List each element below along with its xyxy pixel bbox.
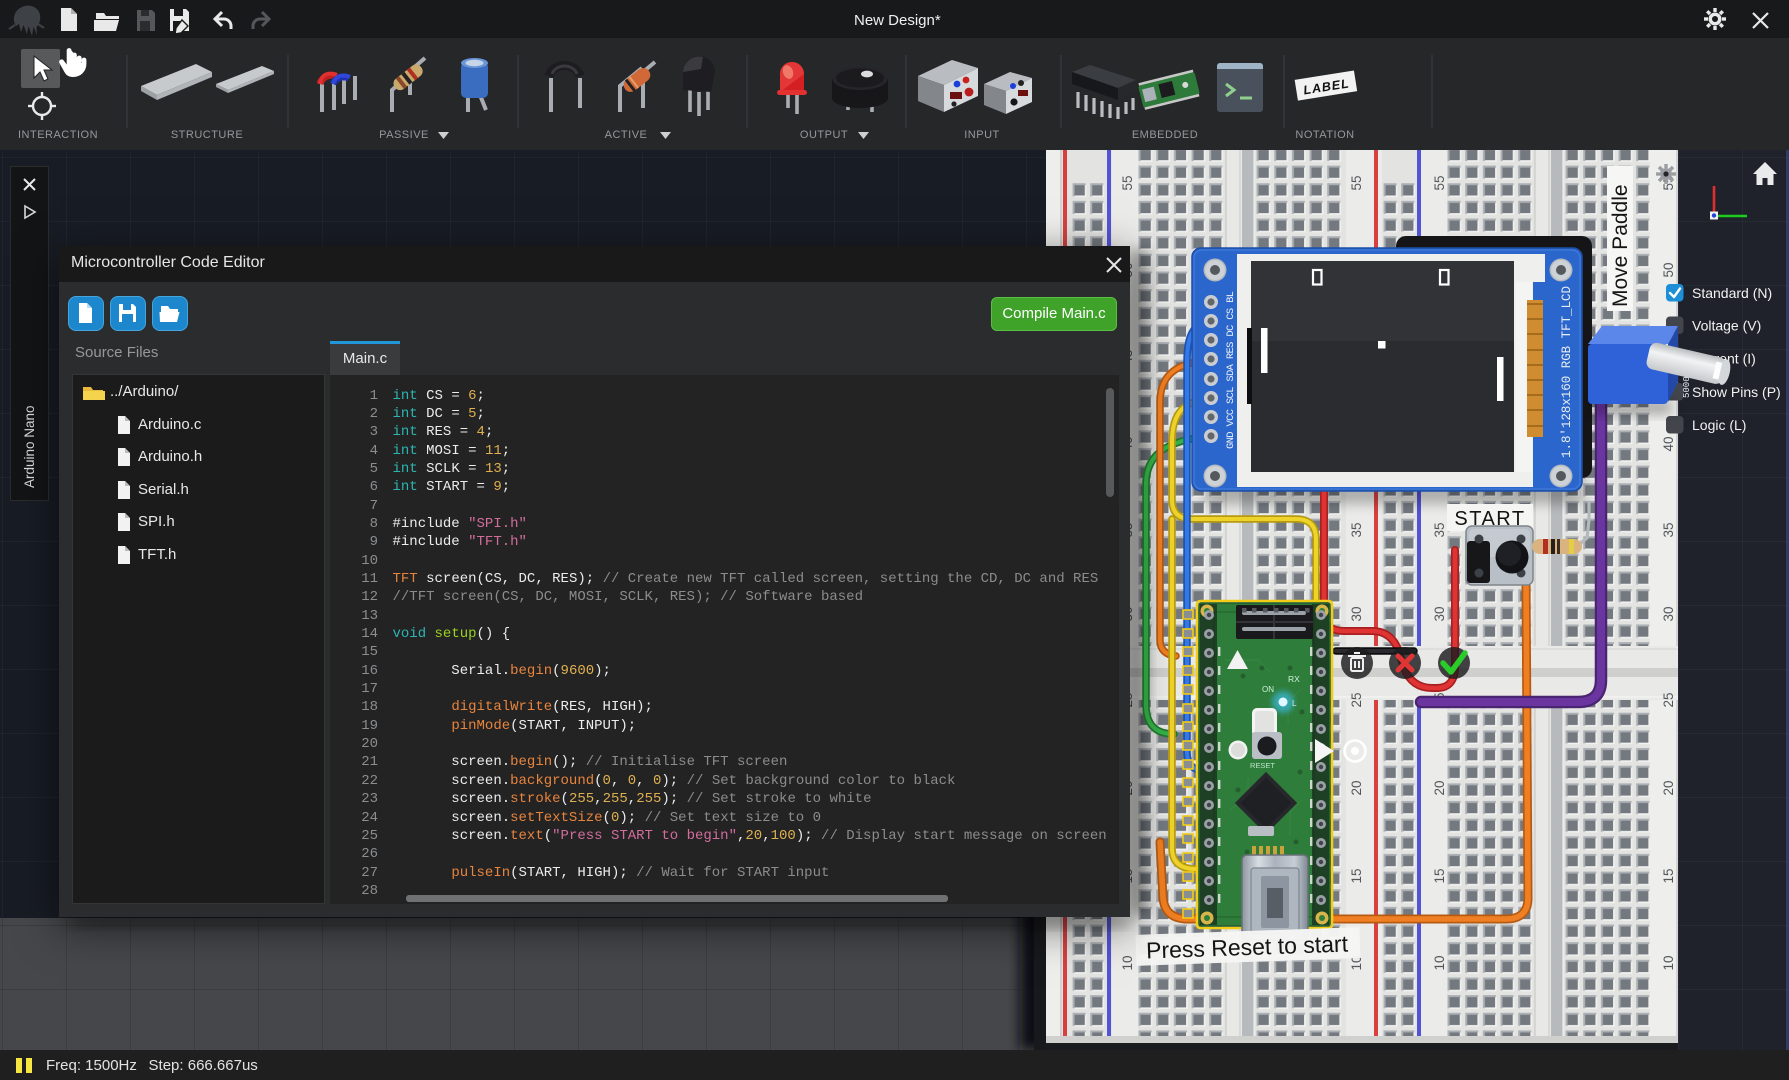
svg-text:1.8'128x160 RGB TFT_LCD: 1.8'128x160 RGB TFT_LCD xyxy=(1560,286,1574,458)
svg-text:15: 15 xyxy=(1349,868,1364,883)
svg-text:35: 35 xyxy=(1661,522,1676,537)
svg-text:RX: RX xyxy=(1288,674,1300,684)
svg-text:RESET: RESET xyxy=(1250,761,1275,770)
svg-text:15: 15 xyxy=(1432,868,1447,883)
svg-text:55: 55 xyxy=(1349,175,1364,190)
svg-text:25: 25 xyxy=(1661,692,1676,707)
svg-text:30: 30 xyxy=(1349,606,1364,621)
svg-text:20: 20 xyxy=(1661,780,1676,795)
svg-text:Standard (N): Standard (N) xyxy=(1692,285,1772,301)
svg-text:New Design*: New Design* xyxy=(854,12,941,29)
svg-text:Arduino Nano: Arduino Nano xyxy=(22,405,37,488)
svg-text:35: 35 xyxy=(1349,522,1364,537)
svg-text:GND VCC SCL SDA RES DC CS BL: GND VCC SCL SDA RES DC CS BL xyxy=(1225,291,1237,449)
svg-text:50: 50 xyxy=(1661,262,1676,277)
svg-text:20: 20 xyxy=(1432,780,1447,795)
svg-text:15: 15 xyxy=(1661,868,1676,883)
svg-text:Logic (L): Logic (L) xyxy=(1692,417,1746,433)
svg-text:30: 30 xyxy=(1661,606,1676,621)
svg-text:L: L xyxy=(1292,699,1297,708)
svg-text:30: 30 xyxy=(1432,606,1447,621)
svg-text:25: 25 xyxy=(1349,692,1364,707)
svg-text:Show Pins (P): Show Pins (P) xyxy=(1692,384,1781,400)
svg-text:5000: 5000 xyxy=(1682,376,1692,398)
svg-text:Voltage (V): Voltage (V) xyxy=(1692,318,1761,334)
svg-text:40: 40 xyxy=(1661,436,1676,451)
svg-text:10: 10 xyxy=(1432,955,1447,970)
svg-text:ON: ON xyxy=(1262,685,1274,694)
svg-text:10: 10 xyxy=(1661,955,1676,970)
svg-text:35: 35 xyxy=(1432,522,1447,537)
svg-text:55: 55 xyxy=(1120,175,1135,190)
svg-text:10: 10 xyxy=(1120,955,1135,970)
svg-text:Move Paddle: Move Paddle xyxy=(1609,184,1632,307)
svg-text:20: 20 xyxy=(1349,780,1364,795)
svg-text:55: 55 xyxy=(1432,175,1447,190)
